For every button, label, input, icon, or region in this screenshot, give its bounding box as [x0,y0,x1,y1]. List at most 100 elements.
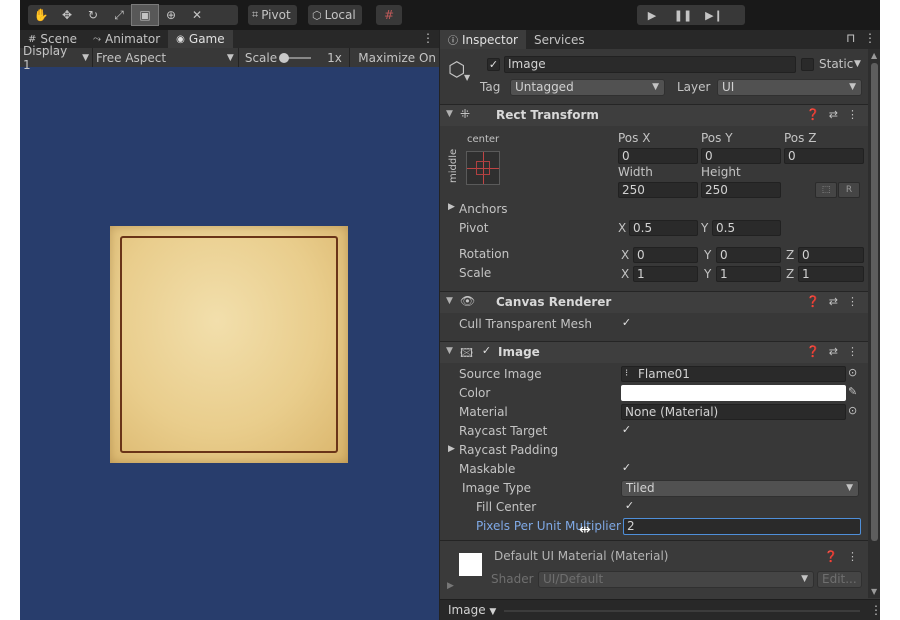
canvas-renderer-header[interactable]: ▼ 👁 Canvas Renderer ❓ ⇄ ⋮ [440,291,868,313]
presets-icon[interactable]: ⇄ [829,295,838,308]
inspector-scrollbar[interactable]: ▲ ▼ [868,49,880,598]
grid-snap-icon[interactable]: # [376,5,402,25]
inspector-tabbar: ⓘ Inspector Services ⊓ ⋮ [440,30,880,49]
tab-animator[interactable]: ⤳ Animator [85,30,168,48]
scale-x-field[interactable]: 1 [633,266,698,282]
blueprint-mode-icon[interactable]: ⬚ [815,182,837,198]
more-options-icon[interactable]: ⋮ [422,31,434,45]
raycast-target-checkbox[interactable]: ✓ [620,424,633,437]
chevron-down-icon: ▼ [652,82,659,92]
tag-dropdown[interactable]: Untagged ▼ [510,79,665,96]
chevron-down-icon[interactable]: ▼ [464,73,470,82]
edit-shader-button[interactable]: Edit... [817,571,862,588]
foldout-arrow-icon[interactable]: ▶ [448,444,455,454]
more-options-icon[interactable]: ⋮ [870,603,880,617]
ppu-multiplier-field[interactable]: 2 [623,518,861,535]
pivot-toggle[interactable]: ⌗ Pivot [248,5,297,25]
rect-tool-icon[interactable]: ▣ [131,4,159,26]
display-dropdown[interactable]: Display 1 ▼ [20,44,94,72]
width-field[interactable]: 250 [618,182,698,198]
presets-icon[interactable]: ⇄ [829,345,838,358]
scale-z-field[interactable]: 1 [798,266,864,282]
rotate-tool-icon[interactable]: ↻ [80,5,106,25]
rotation-y-field[interactable]: 0 [716,247,781,263]
help-icon[interactable]: ❓ [806,108,820,121]
rect-transform-header[interactable]: ▼ ⁜ Rect Transform ❓ ⇄ ⋮ [440,104,868,126]
chevron-down-icon[interactable]: ▼ [854,59,861,69]
pivot-x-field[interactable]: 0.5 [629,220,698,236]
scroll-down-icon[interactable]: ▼ [871,587,877,596]
help-icon[interactable]: ❓ [806,345,820,358]
maskable-checkbox[interactable]: ✓ [620,462,633,475]
raw-edit-button[interactable]: R [838,182,860,198]
static-checkbox[interactable] [801,58,814,71]
pause-icon[interactable]: ❚❚ [667,5,699,25]
object-name-field[interactable]: Image [504,56,796,73]
tab-inspector[interactable]: ⓘ Inspector [440,30,526,49]
foldout-arrow-icon[interactable]: ▼ [446,109,453,119]
rotation-z-field[interactable]: 0 [798,247,864,263]
posy-field[interactable]: 0 [701,148,781,164]
info-icon: ⓘ [448,36,458,47]
lock-icon[interactable]: ⊓ [846,31,855,45]
scale-slider[interactable] [279,52,312,63]
aspect-dropdown[interactable]: Free Aspect ▼ [93,48,239,67]
cull-transparent-mesh-checkbox[interactable]: ✓ [620,317,633,330]
active-checkbox[interactable]: ✓ [487,58,500,71]
scroll-up-icon[interactable]: ▲ [871,51,877,60]
transform-tool-icon[interactable]: ⊕ [158,5,184,25]
eyedropper-icon[interactable]: ✎ [848,385,857,398]
more-options-icon[interactable]: ⋮ [864,31,876,45]
play-icon[interactable]: ▶ [637,5,667,25]
more-options-icon[interactable]: ⋮ [847,550,858,563]
anchors-label[interactable]: Anchors [459,202,508,216]
scale-control[interactable]: Scale 1x [239,48,351,67]
object-picker-icon[interactable]: ⊙ [848,366,857,379]
hand-tool-icon[interactable]: ✋ [28,5,54,25]
tab-services[interactable]: Services [526,30,593,49]
foldout-arrow-icon[interactable]: ▼ [446,296,453,306]
foldout-arrow-icon[interactable]: ▶ [447,581,454,591]
source-image-field[interactable]: ⁝ Flame01 [621,366,846,382]
scale-tool-icon[interactable]: ⤢ [106,5,132,25]
anchor-presets-button[interactable] [466,151,500,185]
shader-dropdown[interactable]: UI/Default ▼ [538,571,814,588]
image-enabled-checkbox[interactable]: ✓ [480,345,493,358]
material-field[interactable]: None (Material) [621,404,846,420]
help-icon[interactable]: ❓ [806,295,820,308]
tab-game[interactable]: ◉ Game [168,30,233,48]
rect-transform-icon: ⁜ [460,107,471,121]
height-field[interactable]: 250 [701,182,781,198]
raycast-padding-label[interactable]: Raycast Padding [459,443,558,457]
preview-dropdown[interactable]: Image ▼ [448,603,496,617]
image-type-dropdown[interactable]: Tiled ▼ [621,480,859,497]
more-options-icon[interactable]: ⋮ [847,108,858,121]
scrollbar-thumb[interactable] [871,63,878,541]
rotation-x-field[interactable]: 0 [633,247,698,263]
pivot-y-field[interactable]: 0.5 [712,220,781,236]
maximize-on-play-toggle[interactable]: Maximize On [350,48,439,67]
object-picker-icon[interactable]: ⊙ [848,404,857,417]
color-swatch[interactable] [621,385,846,401]
scale-y-field[interactable]: 1 [716,266,781,282]
preview-drag-handle[interactable] [504,610,860,612]
image-component-header[interactable]: ▼ 🖾 ✓ Image ❓ ⇄ ⋮ [440,341,868,363]
more-options-icon[interactable]: ⋮ [847,295,858,308]
posz-field[interactable]: 0 [784,148,864,164]
move-tool-icon[interactable]: ✥ [54,5,80,25]
foldout-arrow-icon[interactable]: ▼ [446,346,453,356]
more-options-icon[interactable]: ⋮ [847,345,858,358]
layer-dropdown[interactable]: UI ▼ [717,79,862,96]
presets-icon[interactable]: ⇄ [829,108,838,121]
posx-field[interactable]: 0 [618,148,698,164]
step-icon[interactable]: ▶❙ [699,5,729,25]
foldout-arrow-icon[interactable]: ▶ [448,202,455,212]
image-type-label: Image Type [462,481,531,495]
fill-center-checkbox[interactable]: ✓ [623,500,636,513]
source-image-label: Source Image [459,367,542,381]
help-icon[interactable]: ❓ [824,550,838,563]
custom-tool-icon[interactable]: ✕ [184,5,210,25]
inspector-panel: ⓘ Inspector Services ⊓ ⋮ ⬡ ▼ ✓ Image Sta… [439,30,880,620]
chevron-down-icon: ▼ [82,52,90,63]
local-toggle[interactable]: ⬡ Local [308,5,362,25]
